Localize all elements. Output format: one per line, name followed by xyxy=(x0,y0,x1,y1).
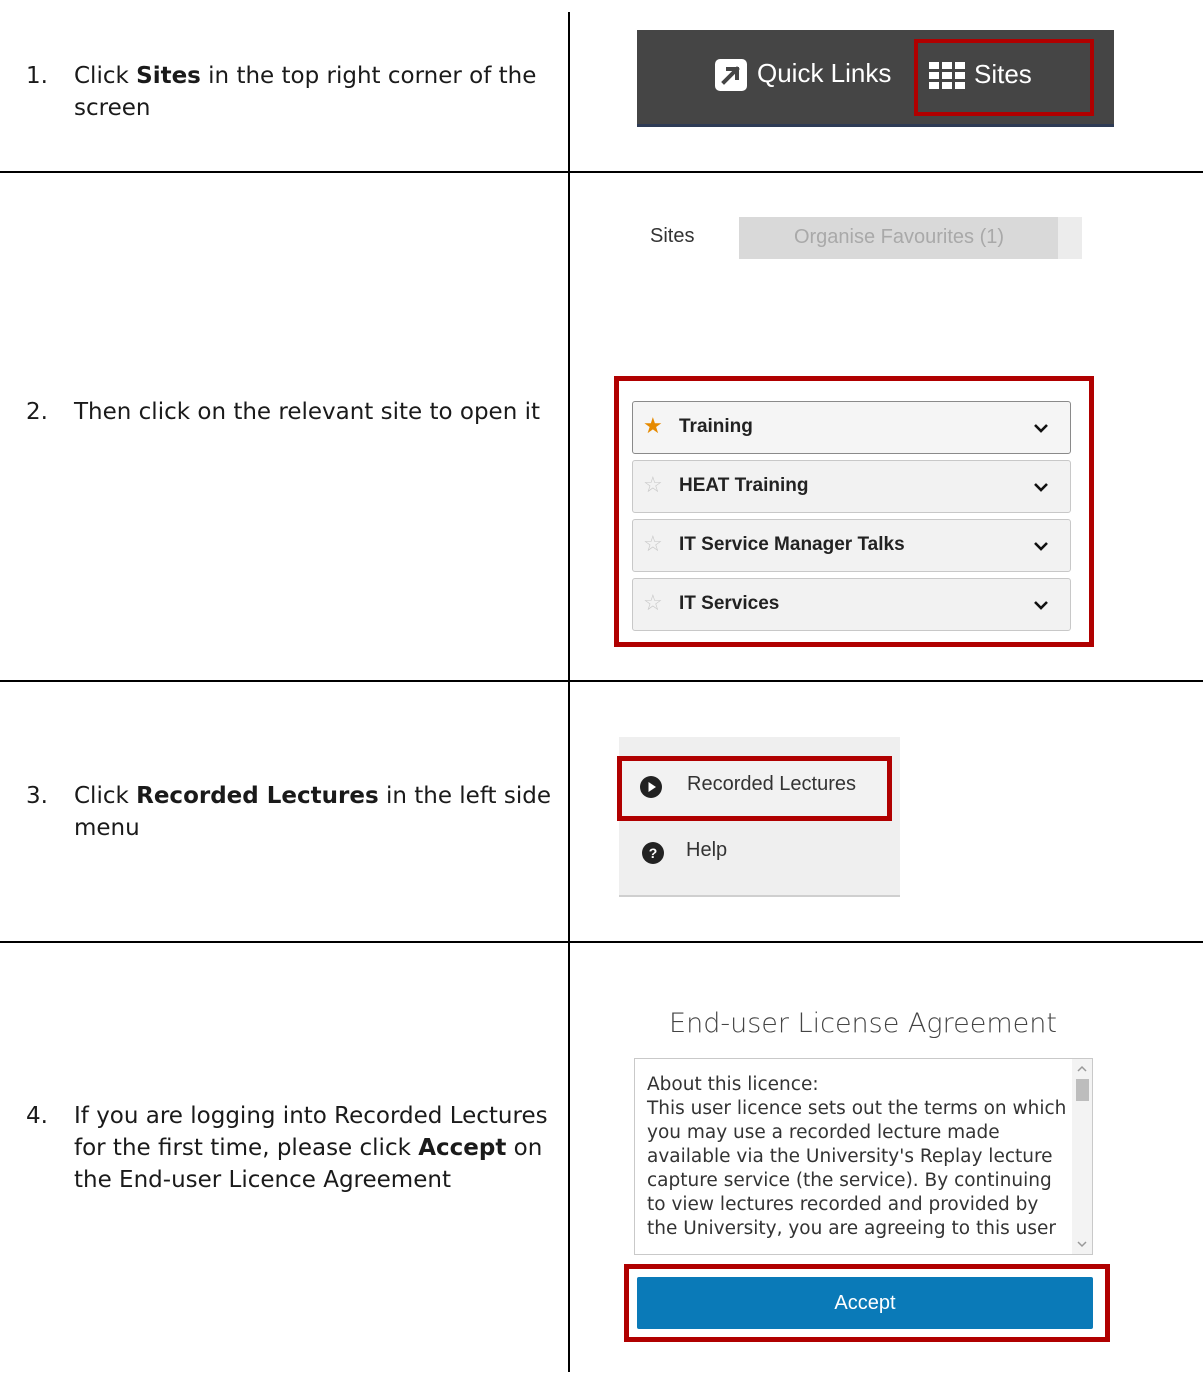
help-menu-item[interactable]: Help xyxy=(686,839,727,862)
highlight-box: Accept xyxy=(624,1264,1110,1342)
scrollbar[interactable] xyxy=(1072,1059,1092,1254)
quick-links-button[interactable]: Quick Links xyxy=(757,58,891,89)
left-side-menu: Recorded Lectures ? Help xyxy=(617,737,900,897)
step-number: 1. xyxy=(26,63,48,89)
site-item-it-services[interactable]: ☆ IT Services xyxy=(632,578,1071,631)
external-link-icon xyxy=(715,59,747,91)
star-outline-icon[interactable]: ☆ xyxy=(643,474,663,496)
recorded-lectures-menu-item[interactable]: Recorded Lectures xyxy=(617,756,892,821)
chevron-down-icon[interactable] xyxy=(1034,539,1048,553)
eula-text-area[interactable]: About this licence: This user licence se… xyxy=(634,1058,1093,1255)
row-divider xyxy=(0,171,1203,173)
site-item-training[interactable]: ★ Training xyxy=(632,401,1071,454)
tab-organise-favourites[interactable]: Organise Favourites (1) xyxy=(739,217,1082,259)
step-number: 3. xyxy=(26,783,48,809)
eula-title: End-user License Agreement xyxy=(669,1008,1057,1039)
tab-sites[interactable]: Sites xyxy=(650,225,694,248)
scroll-up-icon[interactable] xyxy=(1072,1061,1092,1077)
column-divider xyxy=(568,12,570,1372)
grid-icon xyxy=(929,62,965,89)
scrollbar-thumb[interactable] xyxy=(1076,1079,1089,1101)
chevron-down-icon[interactable] xyxy=(1034,598,1048,612)
scroll-down-icon[interactable] xyxy=(1072,1236,1092,1252)
step-text: If you are logging into Recorded Lecture… xyxy=(74,1103,548,1193)
row-divider xyxy=(0,680,1203,682)
play-circle-icon xyxy=(640,776,662,798)
star-outline-icon[interactable]: ☆ xyxy=(643,592,663,614)
step-text: Click Sites in the top right corner of t… xyxy=(74,63,537,121)
row-divider xyxy=(0,941,1203,943)
help-circle-icon: ? xyxy=(642,842,664,864)
step-text: Click Recorded Lectures in the left side… xyxy=(74,783,551,841)
chevron-down-icon[interactable] xyxy=(1034,480,1048,494)
sites-button[interactable]: Sites xyxy=(974,59,1032,90)
site-item-it-service-manager-talks[interactable]: ☆ IT Service Manager Talks xyxy=(632,519,1071,572)
step-text: Then click on the relevant site to open … xyxy=(74,399,541,425)
top-navigation-bar: Quick Links Sites xyxy=(637,30,1114,127)
site-item-heat-training[interactable]: ☆ HEAT Training xyxy=(632,460,1071,513)
step-number: 4. xyxy=(26,1103,48,1129)
chevron-down-icon[interactable] xyxy=(1034,421,1048,435)
accept-button[interactable]: Accept xyxy=(637,1277,1093,1329)
star-filled-icon[interactable]: ★ xyxy=(643,415,663,437)
star-outline-icon[interactable]: ☆ xyxy=(643,533,663,555)
step-number: 2. xyxy=(26,399,48,425)
